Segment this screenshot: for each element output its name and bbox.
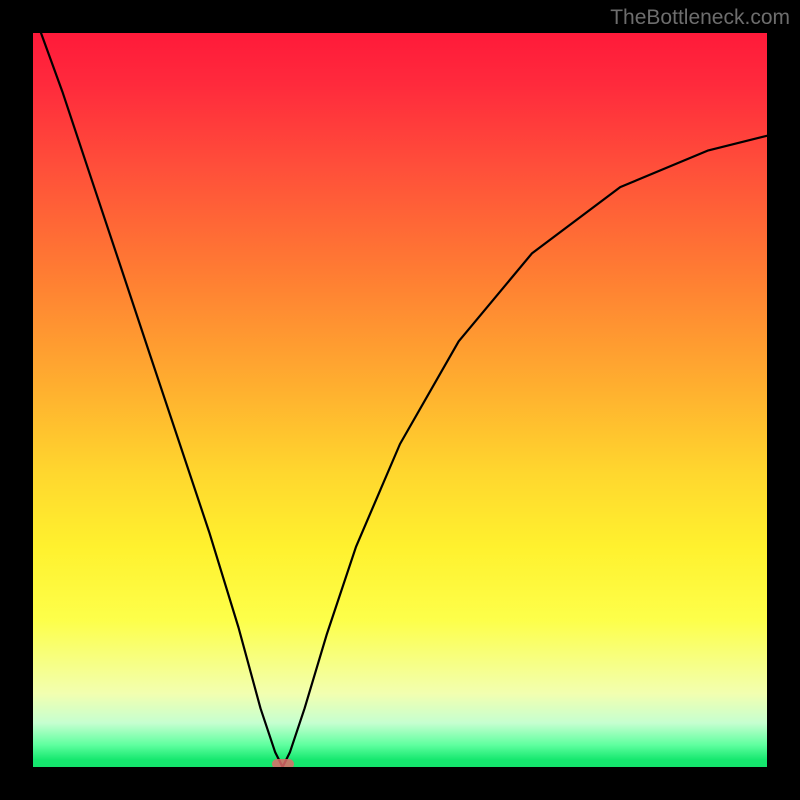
minimum-marker [272,759,294,767]
plot-area [33,33,767,767]
watermark-text: TheBottleneck.com [610,6,790,30]
bottleneck-curve [33,33,767,767]
chart-frame: TheBottleneck.com [0,0,800,800]
